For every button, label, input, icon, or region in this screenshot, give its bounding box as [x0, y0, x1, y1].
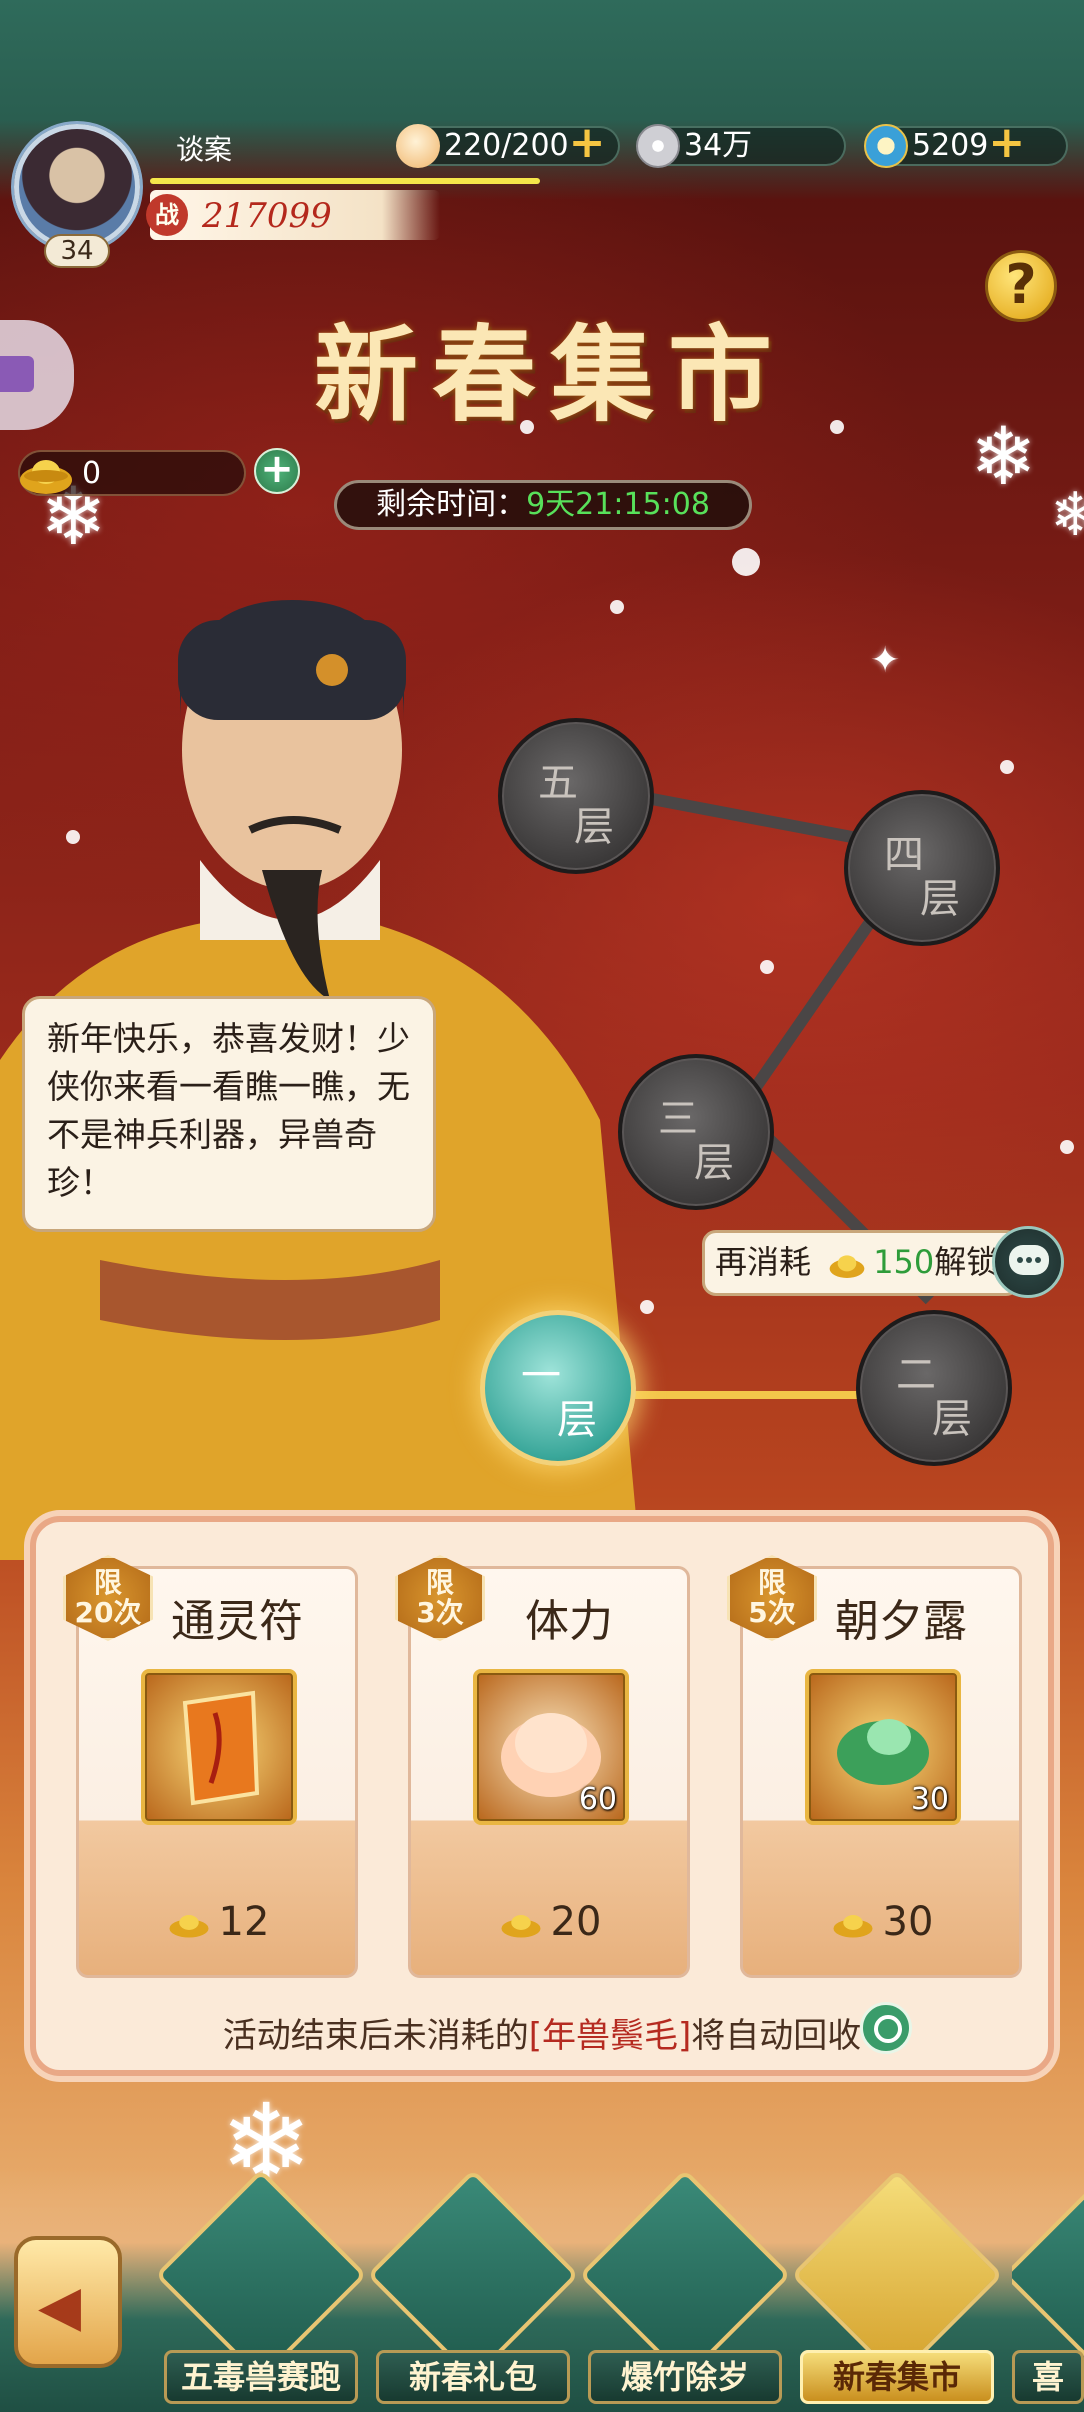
- shop-item-card[interactable]: 限 5次 朝夕露 30 30: [727, 1555, 1022, 1978]
- item-price: 30: [743, 1899, 1019, 1945]
- item-count: 30: [910, 1782, 949, 1817]
- unlock-tip-suffix: 解锁: [934, 1243, 999, 1281]
- floor-4-char-a: 四: [884, 832, 924, 878]
- floor-5-char-a: 五: [538, 760, 578, 806]
- shop-item-card[interactable]: 限 3次 体力 60 20: [395, 1555, 690, 1978]
- tab-label: 新春集市: [800, 2350, 994, 2404]
- tab-label: 新春礼包: [376, 2350, 570, 2404]
- item-price-value: 20: [550, 1899, 602, 1945]
- floor-2-char-a: 二: [896, 1352, 936, 1398]
- notice-text: 活动结束后未消耗的: [222, 2016, 529, 2056]
- shop-item-card[interactable]: 限 20次 通灵符 12: [63, 1555, 358, 1978]
- gold-ingot-icon: [501, 1915, 541, 1938]
- notice-highlight: [年兽鬓毛]: [528, 2016, 692, 2056]
- item-name: 朝夕露: [835, 1596, 967, 1647]
- item-price: 20: [411, 1899, 687, 1945]
- unlock-tip-prefix: 再消耗: [715, 1243, 812, 1281]
- tab-label: 爆竹除岁: [588, 2350, 782, 2404]
- floor-3-char-b: 层: [694, 1140, 734, 1186]
- item-price: 12: [79, 1899, 355, 1945]
- gold-ingot-icon: [833, 1915, 873, 1938]
- notice-text-end: 将自动回收: [691, 2016, 862, 2056]
- search-icon[interactable]: [860, 2002, 912, 2054]
- item-price-value: 30: [882, 1899, 934, 1945]
- unlock-tip: 再消耗 150解锁: [702, 1230, 1020, 1296]
- bun-icon: 60: [473, 1669, 629, 1825]
- chat-icon[interactable]: [992, 1226, 1064, 1298]
- floor-1-char-a: 一: [521, 1353, 561, 1399]
- tab-spring-market[interactable]: 新春集市: [790, 2168, 1004, 2412]
- dew-icon: 30: [805, 1669, 961, 1825]
- talisman-icon: [141, 1669, 297, 1825]
- floor-node-1[interactable]: 一层: [480, 1310, 636, 1466]
- item-name: 通灵符: [171, 1596, 303, 1647]
- gold-ingot-icon: [169, 1915, 209, 1938]
- tab-label: 喜: [1012, 2350, 1084, 2404]
- tab-wudu-race[interactable]: 五毒兽赛跑: [154, 2168, 368, 2412]
- shop-panel: 限 20次 通灵符 12 限 3次 体力 60 20 限 5次 朝夕露 30 30: [30, 1516, 1054, 2076]
- floor-node-4[interactable]: 四层: [844, 790, 1000, 946]
- back-arrow-icon[interactable]: [14, 2236, 122, 2368]
- item-count: 60: [578, 1782, 617, 1817]
- floor-node-5[interactable]: 五层: [498, 718, 654, 874]
- tab-spring-gift[interactable]: 新春礼包: [366, 2168, 580, 2412]
- item-name: 体力: [525, 1596, 613, 1647]
- floor-4-char-b: 层: [920, 876, 960, 922]
- chat-bubble: [1009, 1245, 1049, 1275]
- floor-node-3[interactable]: 三层: [618, 1054, 774, 1210]
- floor-2-char-b: 层: [932, 1396, 972, 1442]
- tab-more[interactable]: 喜: [1012, 2180, 1084, 2412]
- gold-ingot-icon: [829, 1255, 865, 1278]
- floor-node-2[interactable]: 二层: [856, 1310, 1012, 1466]
- tab-label: 五毒兽赛跑: [164, 2350, 358, 2404]
- floor-1-char-b: 层: [557, 1397, 597, 1443]
- tab-firecracker[interactable]: 爆竹除岁: [578, 2168, 792, 2412]
- floor-3-char-a: 三: [658, 1096, 698, 1142]
- item-price-value: 12: [218, 1899, 270, 1945]
- floor-5-char-b: 层: [574, 804, 614, 850]
- unlock-tip-amount: 150: [873, 1243, 935, 1281]
